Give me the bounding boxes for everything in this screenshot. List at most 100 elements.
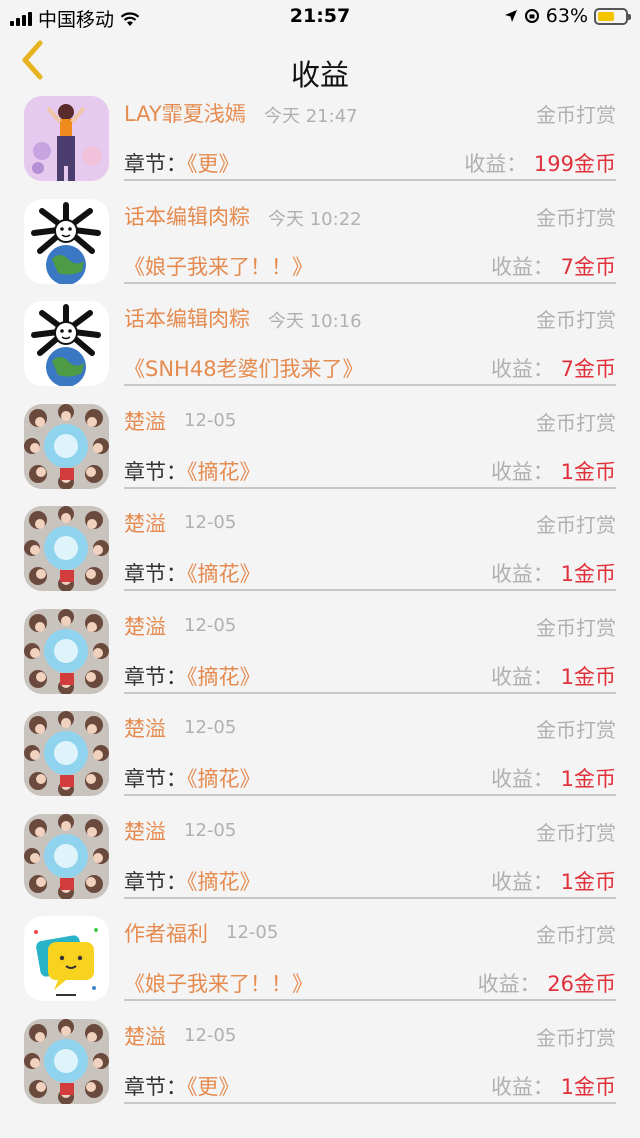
- chapter-line: 章节：《摘花》: [124, 866, 261, 896]
- user-name[interactable]: 楚溢: [124, 508, 166, 538]
- reward-type: 金币打赏: [536, 923, 616, 947]
- avatar-image: [24, 198, 109, 284]
- user-name[interactable]: 话本编辑肉粽: [124, 201, 250, 231]
- chapter-title[interactable]: 《摘花》: [187, 460, 261, 484]
- list-item[interactable]: 楚溢 12-05 金币打赏 章节：《摘花》 收益： 1金币: [0, 498, 640, 601]
- chapter-label: 章节：: [124, 869, 187, 894]
- earnings-amount: 7金币: [560, 357, 616, 381]
- earnings-label: 收益：: [490, 869, 554, 894]
- group-circle-avatar[interactable]: [24, 711, 109, 796]
- avatar-image: [24, 1018, 109, 1104]
- chapter-line: 章节：《更》: [124, 1071, 240, 1101]
- user-name[interactable]: 楚溢: [124, 1021, 166, 1051]
- earnings-label: 收益：: [490, 459, 554, 484]
- chapter-line: 章节：《摘花》: [124, 661, 261, 691]
- chapter-line: 章节：《摘花》: [124, 558, 261, 588]
- chapter-title[interactable]: 《摘花》: [187, 665, 261, 689]
- chapter-title[interactable]: 《摘花》: [187, 870, 261, 894]
- list-item-content: 楚溢 12-05 金币打赏 章节：《摘花》 收益： 1金币: [124, 498, 616, 591]
- chapter-label: 章节：: [124, 459, 187, 484]
- avatar-image: [24, 813, 109, 899]
- chapter-title[interactable]: 《SNH48老婆们我来了》: [124, 357, 364, 381]
- timestamp: 今天 21:47: [264, 106, 358, 127]
- chapter-label: 章节：: [124, 152, 187, 176]
- chapter-line: 《SNH48老婆们我来了》: [124, 353, 364, 383]
- earnings: 收益： 1金币: [491, 558, 616, 588]
- timestamp: 今天 10:16: [268, 311, 362, 332]
- timestamp: 12-05: [184, 1024, 237, 1046]
- group-circle-avatar[interactable]: [24, 1018, 109, 1104]
- list-item[interactable]: 楚溢 12-05 金币打赏 章节：《摘花》 收益： 1金币: [0, 703, 640, 806]
- chapter-title[interactable]: 《娘子我来了！！》: [124, 972, 313, 996]
- user-name[interactable]: 作者福利: [124, 918, 208, 948]
- lay-photo-avatar[interactable]: [24, 96, 109, 181]
- cartoon-face-earth-avatar[interactable]: [24, 301, 109, 386]
- user-name[interactable]: 楚溢: [124, 406, 166, 436]
- chapter-line: 章节：《摘花》: [124, 763, 261, 793]
- user-name[interactable]: 楚溢: [124, 611, 166, 641]
- user-name[interactable]: 话本编辑肉粽: [124, 303, 250, 333]
- avatar-image: [24, 96, 109, 181]
- chapter-label: 章节：: [124, 767, 187, 791]
- list-item[interactable]: 楚溢 12-05 金币打赏 章节：《摘花》 收益： 1金币: [0, 806, 640, 909]
- earnings-label: 收益：: [464, 152, 528, 176]
- chapter-label: 章节：: [124, 562, 187, 586]
- earnings: 收益： 1金币: [491, 1071, 616, 1101]
- avatar-image: [24, 916, 109, 1001]
- list-item-content: 楚溢 12-05 金币打赏 章节：《摘花》 收益： 1金币: [124, 703, 616, 796]
- list-item-content: 作者福利 12-05 金币打赏 《娘子我来了！！》 收益： 26金币: [124, 908, 616, 1001]
- chapter-line: 《娘子我来了！！》: [124, 251, 313, 281]
- list-item[interactable]: 楚溢 12-05 金币打赏 章节：《摘花》 收益： 1金币: [0, 396, 640, 499]
- list-item-content: 楚溢 12-05 金币打赏 章节：《更》 收益： 1金币: [124, 1011, 616, 1104]
- list-item[interactable]: LAY霏夏浅嫣 今天 21:47 金币打赏 章节：《更》 收益： 199金币: [0, 88, 640, 191]
- earnings-amount: 1金币: [560, 869, 616, 894]
- list-item[interactable]: 楚溢 12-05 金币打赏 章节：《更》 收益： 1金币: [0, 1011, 640, 1114]
- earnings-amount: 199金币: [533, 152, 616, 176]
- battery-percent: 63%: [545, 5, 588, 27]
- user-name[interactable]: 楚溢: [124, 816, 166, 846]
- reward-type: 金币打赏: [536, 308, 616, 332]
- chapter-label: 章节：: [124, 1074, 187, 1099]
- status-bar: 中国移动 21:57 63%: [0, 0, 640, 32]
- earnings-amount: 1金币: [560, 1074, 616, 1099]
- nav-bar: 收益: [0, 32, 640, 92]
- reward-type: 金币打赏: [536, 1025, 616, 1050]
- timestamp: 12-05: [184, 409, 237, 431]
- user-name[interactable]: LAY霏夏浅嫣: [124, 98, 246, 128]
- user-name[interactable]: 楚溢: [124, 713, 166, 743]
- earnings-label: 收益：: [490, 767, 554, 791]
- group-circle-avatar[interactable]: [24, 813, 109, 899]
- earnings-amount: 1金币: [560, 459, 616, 484]
- chapter-title[interactable]: 《娘子我来了！！》: [124, 255, 313, 279]
- group-circle-avatar[interactable]: [24, 403, 109, 489]
- chat-bubble-logo-avatar[interactable]: [24, 916, 109, 1001]
- earnings: 收益： 199金币: [464, 148, 616, 178]
- list-item-content: 楚溢 12-05 金币打赏 章节：《摘花》 收益： 1金币: [124, 806, 616, 899]
- list-item-content: 话本编辑肉粽 今天 10:16 金币打赏 《SNH48老婆们我来了》 收益： 7…: [124, 293, 616, 386]
- list-item[interactable]: 楚溢 12-05 金币打赏 章节：《摘花》 收益： 1金币: [0, 601, 640, 704]
- reward-type: 金币打赏: [536, 615, 616, 640]
- avatar-image: [24, 608, 109, 694]
- group-circle-avatar[interactable]: [24, 506, 109, 591]
- chapter-title[interactable]: 《摘花》: [187, 767, 261, 791]
- chapter-line: 《娘子我来了！！》: [124, 968, 313, 998]
- list-item[interactable]: 话本编辑肉粽 今天 10:16 金币打赏 《SNH48老婆们我来了》 收益： 7…: [0, 293, 640, 396]
- chapter-title[interactable]: 《更》: [187, 1075, 240, 1099]
- status-right: 63%: [504, 5, 631, 27]
- list-item[interactable]: 作者福利 12-05 金币打赏 《娘子我来了！！》 收益： 26金币: [0, 908, 640, 1011]
- chapter-title[interactable]: 《更》: [187, 152, 240, 176]
- timestamp: 12-05: [184, 819, 237, 841]
- avatar-image: [24, 403, 109, 489]
- list-item[interactable]: 话本编辑肉粽 今天 10:22 金币打赏 《娘子我来了！！》 收益： 7金币: [0, 191, 640, 294]
- timestamp: 12-05: [184, 717, 237, 738]
- earnings-list: LAY霏夏浅嫣 今天 21:47 金币打赏 章节：《更》 收益： 199金币 话…: [0, 88, 640, 1113]
- earnings-label: 收益：: [490, 357, 554, 381]
- earnings-label: 收益：: [490, 562, 554, 586]
- reward-type: 金币打赏: [536, 718, 616, 742]
- chapter-title[interactable]: 《摘花》: [187, 562, 261, 586]
- earnings: 收益： 1金币: [491, 763, 616, 793]
- earnings: 收益： 26金币: [478, 968, 616, 998]
- group-circle-avatar[interactable]: [24, 608, 109, 694]
- timestamp: 12-05: [184, 614, 237, 636]
- cartoon-face-earth-avatar[interactable]: [24, 198, 109, 284]
